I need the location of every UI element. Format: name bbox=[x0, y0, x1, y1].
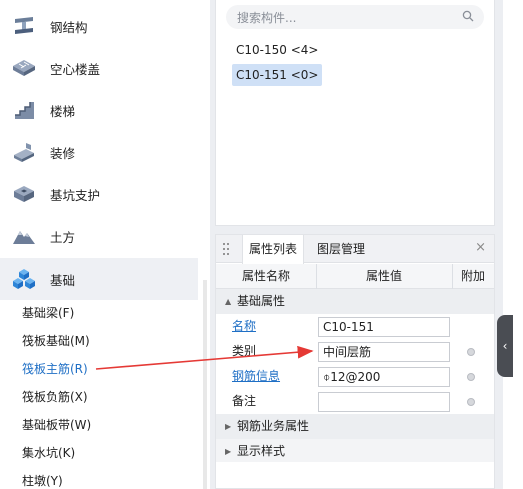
tab-layer-management[interactable]: 图层管理 bbox=[311, 235, 371, 263]
property-row: 备注 bbox=[216, 389, 494, 414]
column-divider bbox=[452, 264, 453, 289]
tab-property-list[interactable]: 属性列表 bbox=[242, 235, 305, 264]
drag-grip-icon[interactable] bbox=[223, 243, 229, 258]
tree-item-label: 空心楼盖 bbox=[50, 61, 101, 77]
tree-item-decoration[interactable]: 装修 bbox=[0, 131, 198, 173]
sub-item-sump-pit[interactable]: 集水坑(K) bbox=[22, 442, 75, 464]
search-placeholder: 搜索构件... bbox=[237, 11, 297, 25]
decoration-icon bbox=[11, 141, 37, 163]
attach-checkbox[interactable] bbox=[467, 373, 475, 381]
property-row: 钢筋信息 ⌽12@200 bbox=[216, 364, 494, 389]
sub-item-column-pier[interactable]: 柱墩(Y) bbox=[22, 470, 63, 489]
property-row: 名称 C10-151 bbox=[216, 314, 494, 339]
sub-item-raft-negative-rebar[interactable]: 筏板负筋(X) bbox=[22, 386, 88, 408]
close-icon[interactable]: × bbox=[475, 240, 486, 255]
property-value-field[interactable]: ⌽12@200 bbox=[318, 367, 450, 387]
header-property-value: 属性值 bbox=[365, 269, 402, 283]
property-panel: 属性列表 图层管理 × 属性名称 属性值 附加 ▲ 基础属性 名称 C10-15… bbox=[215, 234, 495, 489]
hollow-floor-icon bbox=[11, 57, 37, 79]
tree-item-label: 基坑支护 bbox=[50, 187, 101, 203]
collapse-triangle-icon: ▲ bbox=[225, 297, 232, 306]
tree-item-pit-support[interactable]: 基坑支护 bbox=[0, 173, 198, 215]
component-item[interactable]: C10-150 <4> bbox=[232, 39, 322, 61]
property-name: 备注 bbox=[232, 394, 257, 408]
tree-item-label: 装修 bbox=[50, 145, 76, 161]
group-basic-properties[interactable]: ▲ 基础属性 bbox=[216, 289, 494, 314]
attach-checkbox[interactable] bbox=[467, 348, 475, 356]
tree-item-earthwork[interactable]: 土方 bbox=[0, 215, 198, 257]
stairs-icon bbox=[11, 99, 37, 121]
property-panel-empty-area bbox=[216, 462, 494, 488]
right-panel: 搜索构件... C10-150 <4> C10-151 <0> 属性列表 图层管… bbox=[210, 0, 503, 489]
tree-item-label: 土方 bbox=[50, 229, 76, 245]
group-label: 钢筋业务属性 bbox=[237, 419, 310, 433]
tree-item-stairs[interactable]: 楼梯 bbox=[0, 89, 198, 131]
tree-item-label: 楼梯 bbox=[50, 103, 76, 119]
header-extra: 附加 bbox=[460, 269, 485, 283]
tree-item-hollow-floor[interactable]: 空心楼盖 bbox=[0, 47, 198, 89]
steel-structure-icon bbox=[11, 15, 37, 37]
tree-item-label: 基础 bbox=[50, 272, 76, 288]
collapse-handle[interactable]: ‹ bbox=[497, 315, 513, 377]
group-label: 基础属性 bbox=[237, 294, 286, 308]
sub-item-raft-foundation[interactable]: 筏板基础(M) bbox=[22, 330, 90, 352]
expand-triangle-icon: ▶ bbox=[225, 447, 232, 456]
search-icon[interactable] bbox=[462, 10, 474, 25]
sub-item-foundation-beam[interactable]: 基础梁(F) bbox=[22, 302, 74, 324]
tree-item-foundation[interactable]: 基础 bbox=[0, 258, 198, 300]
attach-checkbox[interactable] bbox=[467, 398, 475, 406]
sub-item-raft-main-rebar[interactable]: 筏板主筋(R) bbox=[22, 358, 88, 380]
component-item-selected[interactable]: C10-151 <0> bbox=[232, 64, 323, 86]
property-value-field[interactable]: 中间层筋 bbox=[318, 342, 450, 362]
component-list-panel: 搜索构件... C10-150 <4> C10-151 <0> bbox=[215, 0, 495, 226]
search-input[interactable]: 搜索构件... bbox=[226, 5, 484, 29]
tree-item-label: 钢结构 bbox=[50, 19, 88, 35]
earthwork-icon bbox=[11, 225, 37, 247]
tree-item-steel-structure[interactable]: 钢结构 bbox=[0, 5, 198, 47]
group-display-style[interactable]: ▶ 显示样式 bbox=[216, 439, 494, 464]
property-value-field[interactable]: C10-151 bbox=[318, 317, 450, 337]
property-name-link[interactable]: 钢筋信息 bbox=[232, 364, 280, 389]
property-value-field[interactable] bbox=[318, 392, 450, 412]
property-name: 类别 bbox=[232, 344, 257, 358]
group-rebar-business-properties[interactable]: ▶ 钢筋业务属性 bbox=[216, 414, 494, 439]
group-label: 显示样式 bbox=[237, 444, 286, 458]
property-row: 类别 中间层筋 bbox=[216, 339, 494, 364]
pit-support-icon bbox=[11, 183, 37, 205]
property-tabs: 属性列表 图层管理 × bbox=[216, 235, 494, 264]
expand-triangle-icon: ▶ bbox=[225, 422, 232, 431]
left-scrollbar[interactable] bbox=[203, 280, 207, 489]
property-name-link[interactable]: 名称 bbox=[232, 314, 256, 339]
component-tree: 钢结构 空心楼盖 楼梯 装修 基坑支护 土方 基础 基础梁(F) 筏板基础(M)… bbox=[0, 0, 198, 489]
column-divider bbox=[316, 264, 317, 289]
sub-item-foundation-strip[interactable]: 基础板带(W) bbox=[22, 414, 91, 436]
foundation-icon bbox=[11, 268, 37, 290]
header-property-name: 属性名称 bbox=[241, 269, 290, 283]
